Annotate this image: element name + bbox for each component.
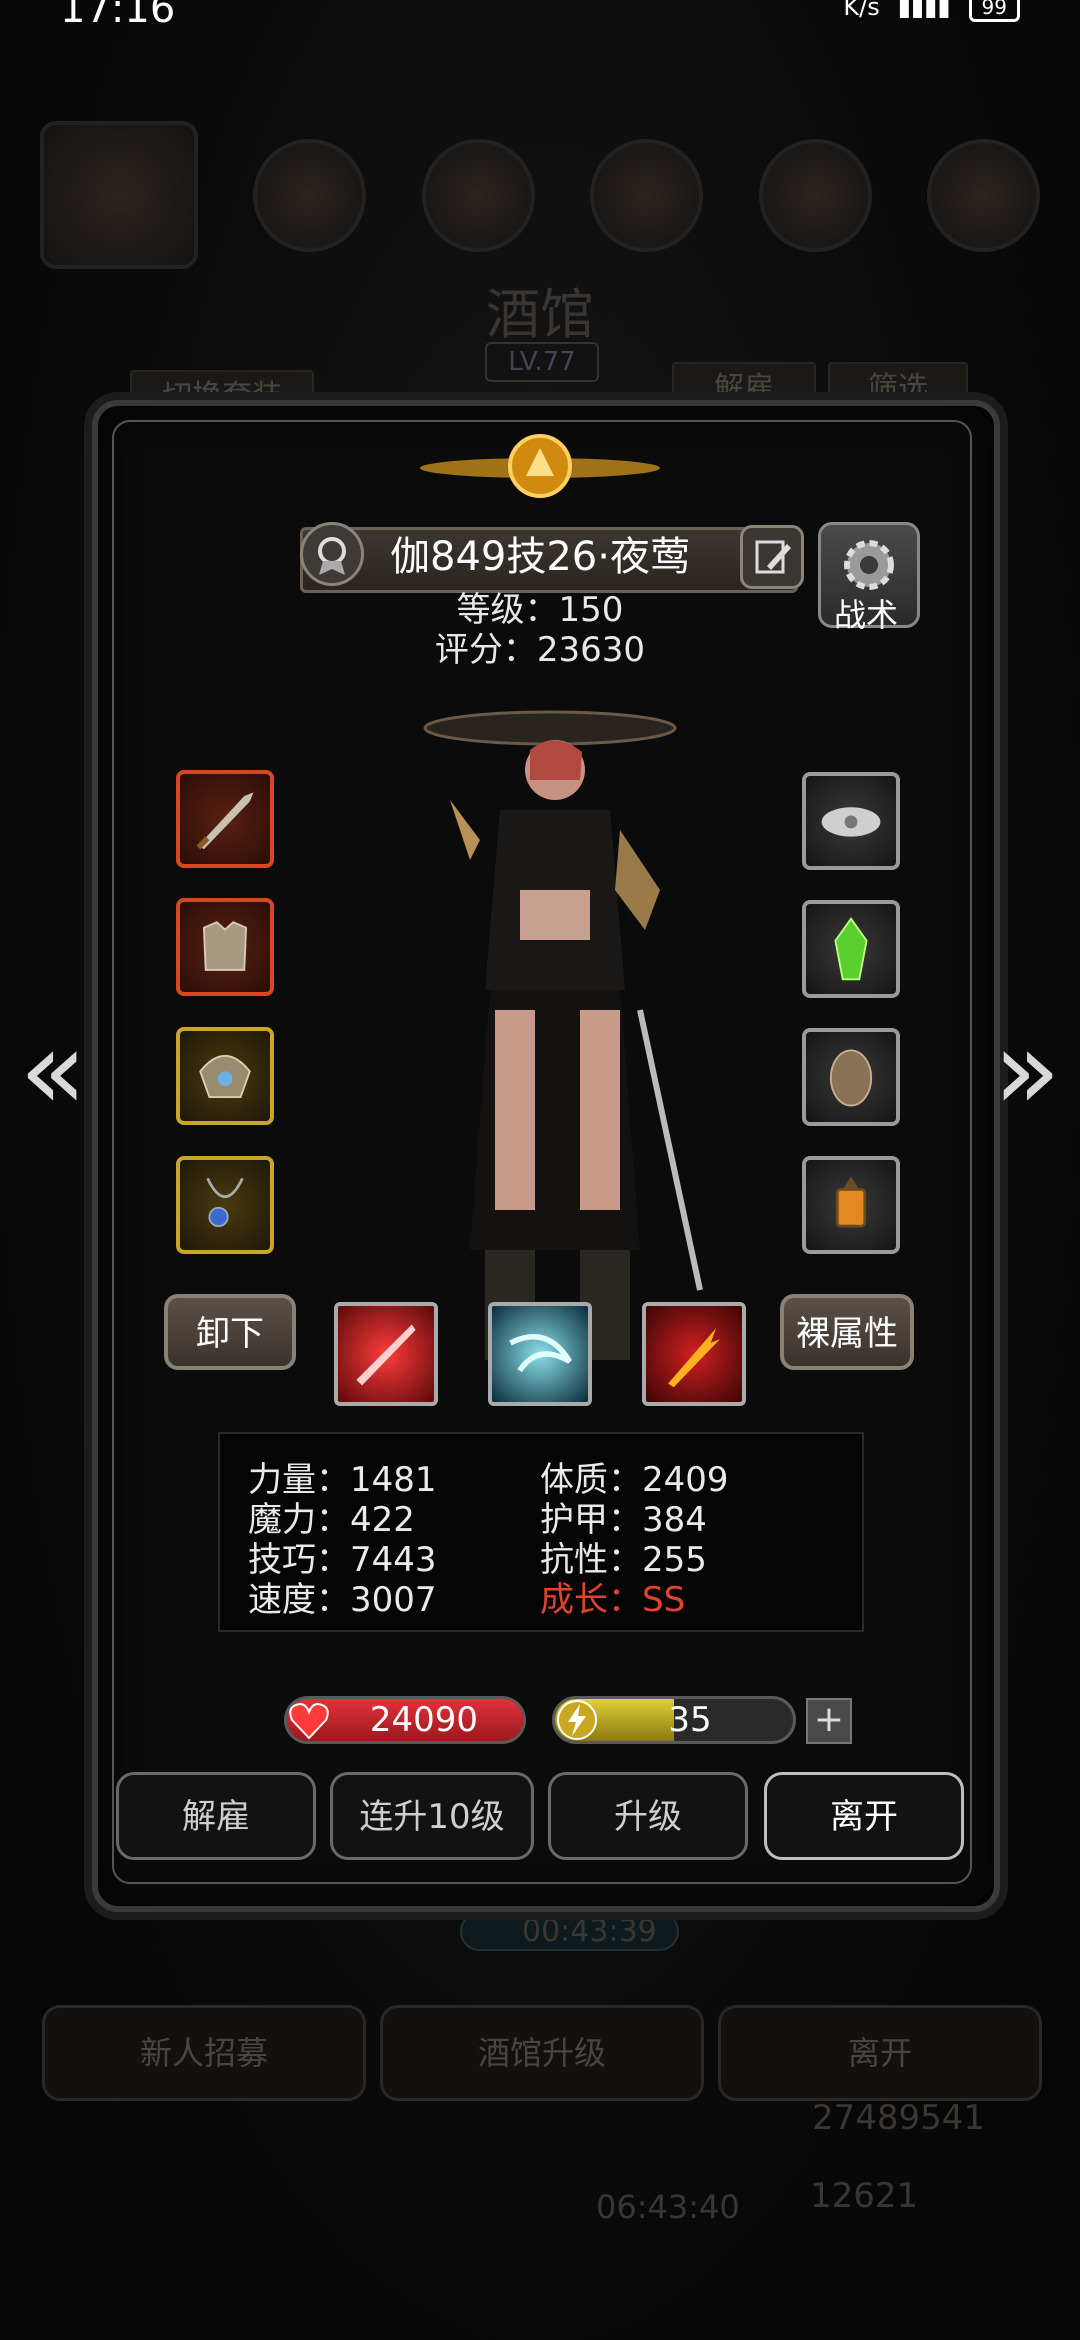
bg-round-icon [421, 138, 535, 252]
bg-leave-button: 离开 [718, 2005, 1042, 2101]
signal-icon: ▮▮▮▮ [897, 0, 951, 21]
bg-portrait-icon [40, 121, 198, 269]
red-slash-skill-icon [356, 1324, 416, 1386]
add-energy-button[interactable]: + [806, 1698, 852, 1744]
previous-hero-arrow-icon[interactable]: « [8, 1010, 98, 1130]
stat-speed: 速度：3007 [248, 1580, 437, 1620]
level-up-10-button[interactable]: 连升10级 [330, 1772, 534, 1860]
network-speed: K/s [843, 0, 880, 21]
hp-value: 24090 [369, 1700, 479, 1740]
upgrade-button[interactable]: 升级 [548, 1772, 748, 1860]
fire-blade-skill-icon [668, 1328, 720, 1388]
bg-timer: 00:43:39 [460, 1912, 679, 1951]
bg-round-icon [758, 138, 872, 252]
status-indicators: K/s ▮▮▮▮ 99 [843, 0, 1020, 22]
chest-armor-icon [202, 921, 248, 971]
edit-name-icon[interactable] [740, 525, 804, 589]
equip-slot-cloud-accessory[interactable] [802, 772, 900, 870]
bg-tavern-level: LV.77 [485, 342, 599, 382]
dismiss-button[interactable]: 解雇 [116, 1772, 316, 1860]
hero-score: 评分：23630 [434, 630, 646, 670]
bg-round-icon [590, 138, 704, 252]
tactic-label: 战术 [833, 596, 898, 634]
status-bar: 17:16 K/s ▮▮▮▮ 99 [0, 0, 1080, 40]
bg-upgrade-tavern-button: 酒馆升级 [380, 2005, 704, 2101]
base-attributes-button[interactable]: 裸属性 [780, 1294, 914, 1370]
bg-tavern-title: 酒馆 [486, 283, 594, 346]
hero-portrait [423, 710, 703, 1360]
bg-recruit-button: 新人招募 [42, 2005, 366, 2101]
dagger-icon [196, 792, 254, 850]
equip-slot-armor[interactable] [176, 898, 274, 996]
bg-gold-amount: 27489541 [812, 2098, 986, 2138]
skill-slot-3[interactable] [642, 1302, 746, 1406]
skill-slot-2[interactable] [488, 1302, 592, 1406]
bg-timer-2: 06:43:40 [596, 2188, 740, 2226]
necklace-icon [206, 1177, 244, 1228]
energy-value: 35 [668, 1700, 712, 1740]
status-time: 17:16 [60, 0, 176, 32]
equip-slot-shield[interactable] [802, 1028, 900, 1126]
equip-slot-helmet[interactable] [176, 1027, 274, 1125]
cloud-icon [821, 807, 881, 837]
leave-button[interactable]: 离开 [764, 1772, 964, 1860]
bg-round-icon [926, 138, 1040, 252]
unequip-button[interactable]: 卸下 [164, 1294, 296, 1370]
shell-icon [829, 1049, 873, 1107]
green-crystal-icon [834, 917, 868, 981]
lightning-icon [557, 1700, 597, 1740]
helmet-icon [199, 1055, 251, 1099]
ice-swirl-skill-icon [509, 1334, 572, 1373]
equip-slot-gem[interactable] [802, 900, 900, 998]
battery-icon: 99 [968, 0, 1020, 22]
crest-emblem-icon [420, 434, 660, 498]
equip-slot-lantern[interactable] [802, 1156, 900, 1254]
stat-growth: 成长：SS [540, 1580, 686, 1620]
equip-slot-necklace[interactable] [176, 1156, 274, 1254]
equip-slot-weapon[interactable] [176, 770, 274, 868]
lantern-icon [835, 1176, 867, 1228]
bg-gem-amount: 12621 [810, 2176, 919, 2216]
skill-slot-1[interactable] [334, 1302, 438, 1406]
background-top-icons [40, 121, 1040, 269]
next-hero-arrow-icon[interactable]: » [982, 1010, 1072, 1130]
bg-round-icon [253, 138, 367, 252]
hero-name: 伽849技26·夜莺 [390, 534, 690, 580]
